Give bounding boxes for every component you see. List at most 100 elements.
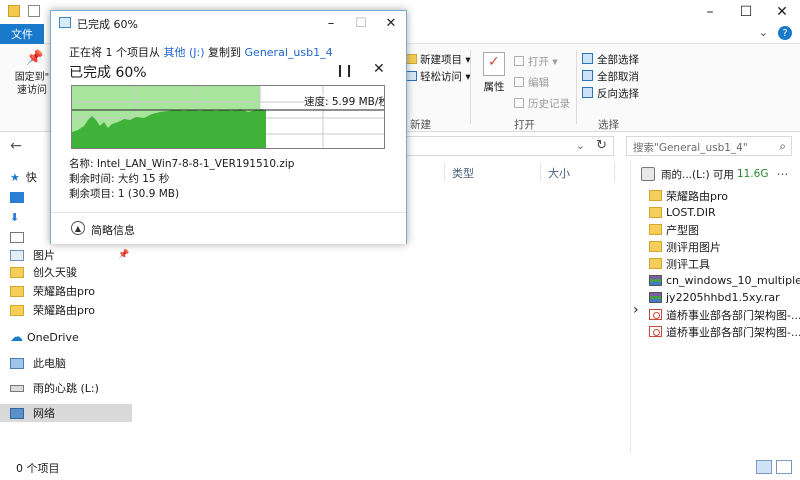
- pin-label-line2: 速访问: [17, 85, 47, 96]
- nav-label: OneDrive: [27, 330, 79, 344]
- column-header-type[interactable]: 类型: [452, 165, 474, 181]
- document-icon: [10, 231, 24, 243]
- copy-description-prefix: 正在将 1 个项目从: [69, 46, 160, 59]
- document-icon: [649, 309, 662, 320]
- column-divider: [540, 162, 541, 182]
- search-placeholder: 搜索"General_usb1_4": [633, 142, 748, 154]
- list-item[interactable]: 测评工具: [649, 255, 710, 272]
- minimize-icon[interactable]: –: [692, 0, 728, 24]
- items-remaining-line: 剩余项目: 1 (30.9 MB): [69, 188, 180, 200]
- tab-file[interactable]: 文件: [0, 24, 44, 44]
- select-all-icon: [582, 53, 593, 64]
- list-item[interactable]: jy2205hhbd1.5xy.rar: [649, 289, 780, 306]
- list-item[interactable]: cn_windows_10_multiple...: [649, 272, 800, 289]
- nav-documents[interactable]: [10, 228, 33, 246]
- window-controls: – ☐ ✕: [692, 0, 800, 24]
- nav-desktop[interactable]: [10, 188, 33, 206]
- select-all-label: 全部选择: [597, 54, 639, 66]
- folder-icon: [649, 190, 662, 201]
- pause-icon[interactable]: ❙❙: [335, 63, 354, 77]
- nav-network[interactable]: 网络: [0, 404, 132, 422]
- column-divider: [614, 162, 615, 182]
- list-item-label: 道桥事业部各部门架构图-...: [666, 308, 800, 322]
- download-icon: ⬇: [10, 210, 20, 224]
- nav-folder[interactable]: 荣耀路由pro: [10, 282, 95, 300]
- list-item[interactable]: 荣耀路由pro: [649, 187, 728, 204]
- refresh-icon[interactable]: ↻: [596, 138, 607, 153]
- chevron-down-icon[interactable]: ⌄: [576, 139, 585, 152]
- invert-selection-button[interactable]: 反向选择: [582, 86, 639, 103]
- list-item[interactable]: 道桥事业部各部门架构图-...: [649, 306, 800, 323]
- column-header-size[interactable]: 大小: [548, 165, 570, 181]
- nav-this-pc[interactable]: 此电脑: [10, 354, 66, 372]
- transfer-details: 名称: Intel_LAN_Win7-8-8-1_VER191510.zip 剩…: [69, 157, 294, 202]
- edit-button[interactable]: 编辑: [514, 73, 570, 94]
- close-icon[interactable]: ✕: [764, 0, 800, 24]
- minimize-icon[interactable]: –: [316, 11, 346, 35]
- easy-access-button[interactable]: 轻松访问 ▾: [405, 69, 471, 86]
- nav-label: 创久天骏: [33, 266, 77, 279]
- destination-link[interactable]: General_usb1_4: [245, 46, 333, 59]
- chevron-down-icon[interactable]: ⌄: [759, 26, 768, 40]
- nav-onedrive[interactable]: ☁ OneDrive: [10, 328, 79, 346]
- status-item-count: 0 个项目: [16, 462, 60, 475]
- list-item[interactable]: 产型图: [649, 221, 699, 238]
- preview-free-space: 11.6G: [736, 168, 769, 180]
- nav-quick-access[interactable]: ★ 快: [10, 168, 37, 186]
- pin-icon: 📌: [118, 250, 130, 260]
- nav-label: 荣耀路由pro: [33, 304, 95, 317]
- list-item-label: 产型图: [666, 223, 699, 237]
- select-all-button[interactable]: 全部选择: [582, 52, 639, 69]
- maximize-icon[interactable]: ☐: [728, 0, 764, 24]
- nav-drive-l[interactable]: 雨的心跳 (L:): [10, 379, 99, 397]
- properties-button[interactable]: 属性: [480, 52, 508, 94]
- list-item[interactable]: 测评用图片: [649, 238, 721, 255]
- details-view-icon[interactable]: [756, 460, 772, 474]
- select-none-button[interactable]: 全部取消: [582, 69, 639, 86]
- list-item[interactable]: 道桥事业部各部门架构图-...: [649, 323, 800, 340]
- open-group: 打开 ▾ 编辑 历史记录: [514, 52, 570, 115]
- folder-icon: [10, 266, 24, 278]
- nav-folder[interactable]: 创久天骏: [10, 263, 77, 281]
- pin-to-quick-access-button[interactable]: 📌 固定到" 速访问: [12, 51, 52, 97]
- history-button[interactable]: 历史记录: [514, 94, 570, 115]
- chevron-up-icon[interactable]: ▲: [71, 221, 85, 235]
- fewer-details-button[interactable]: 简略信息: [91, 222, 135, 238]
- source-link[interactable]: 其他 (J:): [164, 46, 205, 59]
- list-item[interactable]: LOST.DIR: [649, 204, 716, 221]
- nav-label: 网络: [33, 407, 55, 420]
- copy-description-mid: 复制到: [208, 46, 242, 59]
- new-item-label: 新建项目: [420, 54, 462, 66]
- preview-header: 雨的...(L:) 可用 11.6G ⋯: [631, 163, 800, 185]
- chevron-right-icon[interactable]: ›: [633, 302, 639, 318]
- dialog-titlebar: 已完成 60% – ☐ ✕: [51, 11, 406, 35]
- nav-label: 雨的心跳 (L:): [33, 382, 99, 395]
- nav-label: 荣耀路由pro: [33, 285, 95, 298]
- preview-drive-caption: 雨的...(L:) 可用: [661, 168, 734, 181]
- nav-pictures[interactable]: 图片: [10, 246, 55, 264]
- folder-icon: [10, 285, 24, 297]
- nav-label: 快: [25, 171, 37, 184]
- time-remaining-line: 剩余时间: 大约 15 秒: [69, 173, 170, 185]
- folder-icon: [649, 207, 662, 218]
- quick-access-toolbar-icon[interactable]: [28, 5, 40, 17]
- open-button[interactable]: 打开 ▾: [514, 52, 570, 73]
- search-input[interactable]: 搜索"General_usb1_4" ⌕: [626, 136, 792, 156]
- list-item-label: jy2205hhbd1.5xy.rar: [666, 291, 780, 304]
- copy-description: 正在将 1 个项目从 其他 (J:) 复制到 General_usb1_4: [69, 44, 333, 60]
- close-icon[interactable]: ✕: [376, 11, 406, 35]
- help-icon[interactable]: ?: [778, 26, 792, 40]
- back-arrow-icon[interactable]: ←: [10, 138, 22, 154]
- history-icon: [514, 98, 524, 108]
- properties-label: 属性: [483, 81, 505, 93]
- large-icons-view-icon[interactable]: [776, 460, 792, 474]
- nav-folder[interactable]: 荣耀路由pro: [10, 301, 95, 319]
- new-item-button[interactable]: 新建项目 ▾: [405, 52, 471, 69]
- invert-selection-label: 反向选择: [597, 88, 639, 100]
- folder-icon: [649, 224, 662, 235]
- select-group: 全部选择 全部取消 反向选择: [582, 52, 639, 103]
- cancel-copy-icon[interactable]: ✕: [373, 61, 385, 77]
- nav-downloads[interactable]: ⬇: [10, 208, 28, 226]
- search-icon: ⌕: [779, 139, 786, 153]
- more-icon[interactable]: ⋯: [776, 167, 788, 181]
